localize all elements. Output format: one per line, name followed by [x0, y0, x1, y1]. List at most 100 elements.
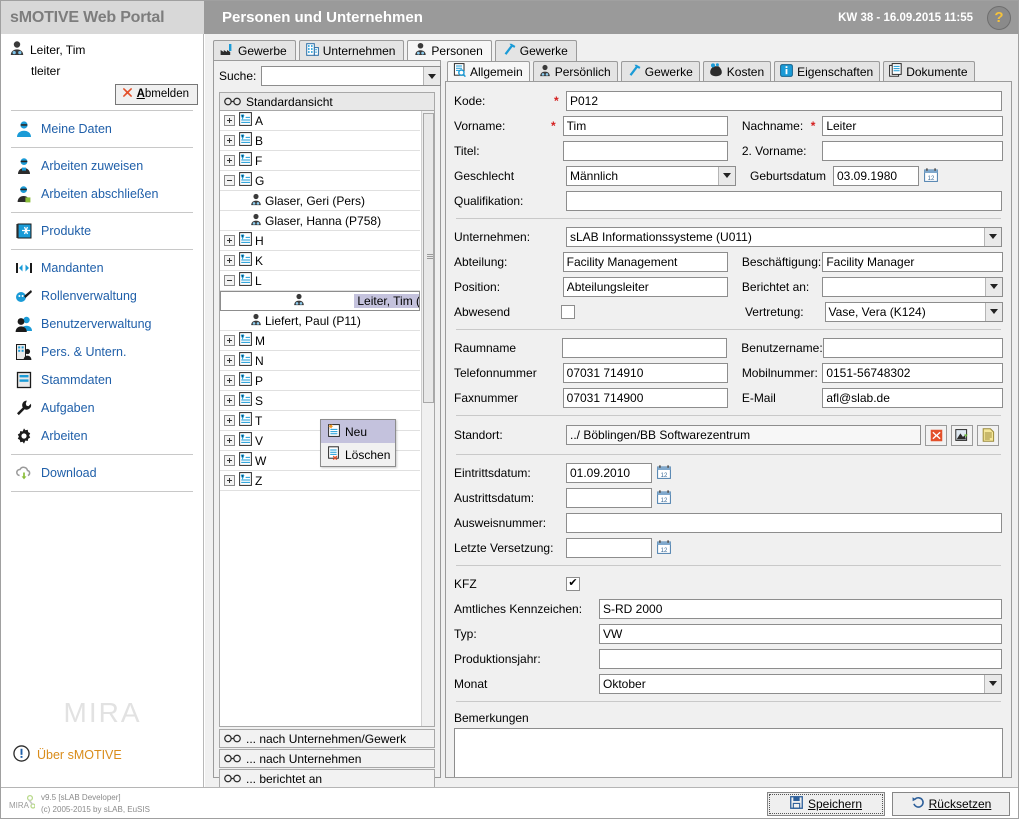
- logout-button[interactable]: Abmelden: [114, 84, 198, 105]
- position-input[interactable]: [562, 276, 728, 297]
- chevron-down-icon[interactable]: [985, 302, 1003, 321]
- titel-input[interactable]: [562, 140, 728, 161]
- reset-button[interactable]: Rücksetzen: [892, 792, 1010, 816]
- tree-group-row[interactable]: G: [220, 171, 420, 191]
- tab-gewerke[interactable]: Gewerke: [494, 40, 577, 61]
- typ-input[interactable]: [599, 623, 1002, 644]
- sidebar-item-pers-untern[interactable]: Pers. & Untern.: [1, 338, 203, 366]
- standort-input[interactable]: [566, 425, 921, 445]
- faxnummer-input[interactable]: [562, 387, 728, 408]
- tab-gewerbe[interactable]: Gewerbe: [213, 40, 296, 61]
- scrollbar-thumb[interactable]: [423, 113, 434, 403]
- kode-input[interactable]: [566, 90, 1002, 111]
- vertretung-select[interactable]: Vase, Vera (K124): [824, 301, 1004, 322]
- view-nach-unternehmen[interactable]: ... nach Unternehmen: [219, 749, 435, 768]
- expand-icon[interactable]: [224, 435, 235, 446]
- search-input[interactable]: [262, 67, 424, 85]
- qualifikation-input[interactable]: [566, 190, 1002, 211]
- calendar-icon[interactable]: 12: [657, 465, 672, 480]
- sidebar-item-arbeiten[interactable]: Arbeiten: [1, 422, 203, 450]
- tree-group-row[interactable]: B: [220, 131, 420, 151]
- tree-group-row[interactable]: A: [220, 111, 420, 131]
- tab-dokumente[interactable]: Dokumente: [883, 61, 975, 82]
- beschaeftigung-input[interactable]: [822, 251, 1003, 272]
- austrittsdatum-input[interactable]: [566, 487, 652, 508]
- telefonnummer-input[interactable]: [562, 362, 728, 383]
- eintrittsdatum-input[interactable]: [566, 462, 652, 483]
- expand-icon[interactable]: [224, 115, 235, 126]
- expand-icon[interactable]: [224, 415, 235, 426]
- calendar-icon[interactable]: 12: [657, 490, 672, 505]
- abteilung-input[interactable]: [562, 251, 728, 272]
- tree-group-row[interactable]: L: [220, 271, 420, 291]
- tree-leaf-row-selected[interactable]: Leiter, Tim (P012): [220, 291, 420, 311]
- produktionsjahr-input[interactable]: [599, 648, 1002, 669]
- tree-group-row[interactable]: N: [220, 351, 420, 371]
- tree-group-row[interactable]: Z: [220, 471, 420, 491]
- expand-icon[interactable]: [224, 335, 235, 346]
- tree-view-header[interactable]: Standardansicht: [219, 92, 435, 111]
- tree-group-row[interactable]: F: [220, 151, 420, 171]
- chevron-down-icon[interactable]: [718, 166, 735, 185]
- clear-standort-button[interactable]: [925, 424, 947, 446]
- berichtet-an-select[interactable]: [822, 276, 1003, 297]
- sidebar-item-meine-daten[interactable]: Meine Daten: [1, 115, 203, 143]
- save-button[interactable]: Speichern: [767, 792, 885, 816]
- tree-group-row[interactable]: S: [220, 391, 420, 411]
- sidebar-item-stammdaten[interactable]: Stammdaten: [1, 366, 203, 394]
- tab-allgemein[interactable]: Allgemein: [447, 61, 530, 82]
- sidebar-item-benutzerverwaltung[interactable]: Benutzerverwaltung: [1, 310, 203, 338]
- sidebar-item-produkte[interactable]: Produkte: [1, 217, 203, 245]
- abwesend-checkbox[interactable]: [561, 304, 575, 319]
- help-icon[interactable]: ?: [987, 5, 1011, 30]
- pick-standort-button[interactable]: [951, 424, 973, 446]
- chevron-down-icon[interactable]: [423, 67, 441, 85]
- collapse-icon[interactable]: [224, 175, 235, 186]
- tab-eigenschaften[interactable]: Eigenschaften: [774, 61, 881, 82]
- collapse-icon[interactable]: [224, 275, 235, 286]
- geburtsdatum-input[interactable]: [833, 165, 919, 186]
- bemerkungen-textarea[interactable]: [454, 728, 1003, 777]
- letzte-versetzung-input[interactable]: [566, 537, 652, 558]
- kennzeichen-input[interactable]: [599, 598, 1002, 619]
- zweiter-vorname-input[interactable]: [822, 140, 1003, 161]
- expand-icon[interactable]: [224, 255, 235, 266]
- about-smotive-link[interactable]: Über sMOTIVE: [1, 745, 204, 765]
- tree-leaf-row[interactable]: Glaser, Hanna (P758): [220, 211, 420, 231]
- sidebar-item-download[interactable]: Download: [1, 459, 203, 487]
- sidebar-item-mandanten[interactable]: Mandanten: [1, 254, 203, 282]
- tab-unternehmen[interactable]: Unternehmen: [298, 40, 405, 61]
- expand-icon[interactable]: [224, 375, 235, 386]
- tree-group-row[interactable]: M: [220, 331, 420, 351]
- expand-icon[interactable]: [224, 355, 235, 366]
- sidebar-item-rollenverwaltung[interactable]: Rollenverwaltung: [1, 282, 203, 310]
- monat-select[interactable]: Oktober: [599, 673, 1002, 694]
- geschlecht-select[interactable]: Männlich: [566, 165, 736, 186]
- chevron-down-icon[interactable]: [984, 227, 1001, 246]
- unternehmen-select[interactable]: sLAB Informationssysteme (U011): [566, 226, 1002, 247]
- calendar-icon[interactable]: 12: [924, 168, 939, 183]
- sidebar-item-aufgaben[interactable]: Aufgaben: [1, 394, 203, 422]
- tree-group-row[interactable]: H: [220, 231, 420, 251]
- tree-group-row[interactable]: P: [220, 371, 420, 391]
- tree-scrollbar[interactable]: [421, 111, 434, 726]
- kfz-checkbox[interactable]: [566, 576, 580, 591]
- raumname-input[interactable]: [562, 337, 728, 358]
- vorname-input[interactable]: [562, 115, 728, 136]
- expand-icon[interactable]: [224, 235, 235, 246]
- tree-leaf-row[interactable]: Glaser, Geri (Pers): [220, 191, 420, 211]
- ausweisnummer-input[interactable]: [566, 512, 1002, 533]
- expand-icon[interactable]: [224, 455, 235, 466]
- tab-personen[interactable]: Personen: [407, 40, 492, 61]
- email-input[interactable]: [822, 387, 1003, 408]
- expand-icon[interactable]: [224, 475, 235, 486]
- tree-group-row[interactable]: K: [220, 251, 420, 271]
- benutzername-input[interactable]: [822, 337, 1003, 358]
- tab-persoenlich[interactable]: Persönlich: [532, 61, 618, 82]
- expand-icon[interactable]: [224, 155, 235, 166]
- search-combo[interactable]: [261, 66, 442, 86]
- tab-gewerke-detail[interactable]: Gewerke: [620, 61, 700, 82]
- chevron-down-icon[interactable]: [985, 277, 1002, 296]
- view-nach-unternehmen-gewerk[interactable]: ... nach Unternehmen/Gewerk: [219, 729, 435, 748]
- tab-kosten[interactable]: Kosten: [702, 61, 772, 82]
